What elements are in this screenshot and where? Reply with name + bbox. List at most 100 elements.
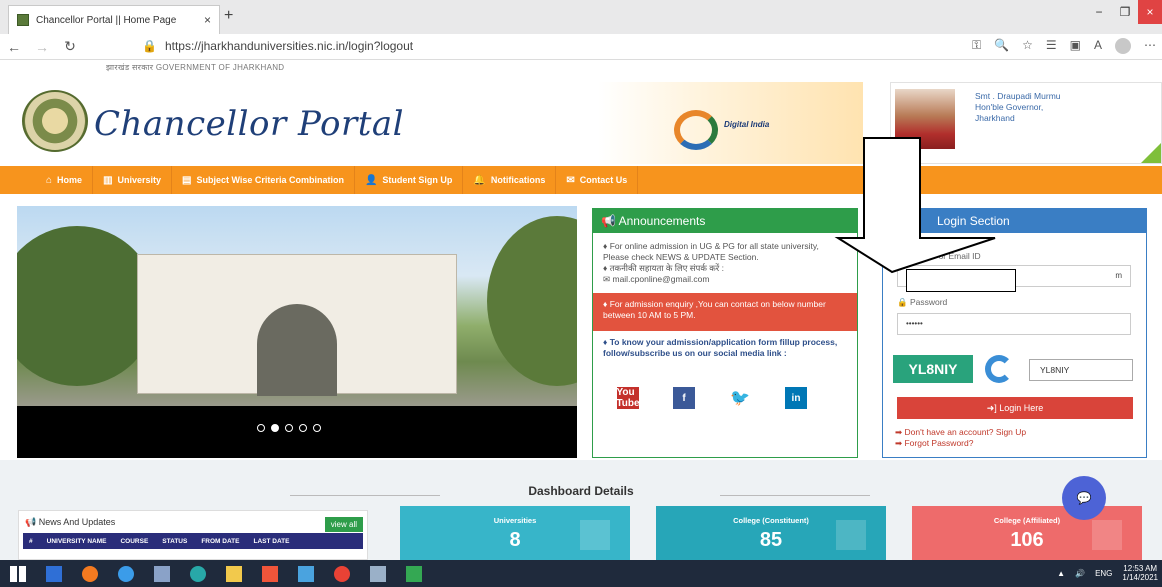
site-header: Chancellor Portal Digital India Smt . Dr… [0, 74, 1162, 166]
news-table-header: # UNIVERSITY NAME COURSE STATUS FROM DAT… [23, 533, 363, 549]
governor-photo [895, 89, 955, 149]
announcement-text: ♦ For online admission in UG & PG for al… [593, 233, 857, 285]
taskbar-app[interactable] [108, 560, 144, 587]
forgot-password-link[interactable]: ➡ Forgot Password? [895, 438, 973, 449]
captcha-refresh-icon[interactable] [985, 355, 1013, 383]
slider-dot[interactable] [299, 424, 307, 432]
taskbar-app[interactable] [144, 560, 180, 587]
start-button[interactable] [0, 560, 36, 587]
slider-dot[interactable] [313, 424, 321, 432]
bell-icon: 🔔 [473, 174, 486, 186]
browser-tabbar: Chancellor Portal || Home Page × + − ❐ × [0, 0, 1162, 34]
more-menu-icon[interactable]: ⋯ [1144, 38, 1156, 54]
login-panel: Login Section Username or Email ID m 🔒 P… [882, 208, 1147, 458]
network-icon [154, 565, 170, 582]
browser-tab[interactable]: Chancellor Portal || Home Page × [8, 5, 220, 34]
nav-university[interactable]: ▥ University [93, 166, 173, 194]
governor-card: Smt . Draupadi Murmu Hon'ble Governor, J… [890, 82, 1162, 164]
back-icon[interactable]: ← [0, 39, 28, 55]
tab-title: Chancellor Portal || Home Page [36, 14, 177, 26]
megaphone-icon: 📢 [25, 517, 37, 527]
affiliated-colleges-card[interactable]: College (Affiliated) 106 [912, 506, 1142, 560]
window-icon [298, 565, 314, 582]
ie-icon [118, 565, 134, 582]
bank-icon [580, 520, 610, 550]
announcement-social-text: ♦ To know your admission/application for… [603, 337, 838, 358]
site-brand[interactable]: Chancellor Portal [94, 104, 404, 144]
chat-button[interactable]: 💬 [1062, 476, 1106, 520]
nav-home[interactable]: ⌂ Home [36, 166, 94, 194]
slider-dot[interactable] [257, 424, 265, 432]
favorites-list-icon[interactable]: ☰ [1046, 38, 1057, 54]
new-tab-button[interactable]: + [224, 7, 233, 25]
taskbar-app[interactable] [324, 560, 360, 587]
taskbar-app[interactable] [216, 560, 252, 587]
taskbar-app[interactable] [180, 560, 216, 587]
governor-state: Jharkhand [975, 113, 1015, 123]
tab-close-icon[interactable]: × [204, 13, 211, 27]
collections-icon[interactable]: ▣ [1070, 38, 1081, 54]
window-controls: − ❐ × [1086, 0, 1162, 24]
maximize-button[interactable]: ❐ [1112, 0, 1138, 24]
nav-student-signup[interactable]: 👤 Student Sign Up [355, 166, 464, 194]
network-status-icon[interactable]: ▲ [1057, 569, 1065, 578]
social-links: You Tube f 🐦 in [616, 387, 807, 409]
window-close-button[interactable]: × [1138, 0, 1162, 24]
facebook-icon[interactable]: f [673, 387, 695, 409]
url-field[interactable]: 🔒 https://jharkhanduniversities.nic.in/lo… [142, 39, 413, 53]
notepad-icon [370, 565, 386, 582]
youtube-icon[interactable]: You Tube [616, 387, 640, 409]
lock-icon: 🔒 [142, 39, 157, 53]
nav-contact[interactable]: ✉ Contact Us [556, 166, 639, 194]
edge-icon [190, 565, 206, 582]
corner-decoration [1141, 143, 1161, 163]
slider-dot[interactable] [285, 424, 293, 432]
browser-toolbar: ⚿ 🔍 ☆ ☰ ▣ A ⋯ [972, 38, 1156, 54]
zoom-icon[interactable]: 🔍 [994, 38, 1009, 54]
view-all-button[interactable]: view all [324, 517, 363, 532]
taskbar-app[interactable] [36, 560, 72, 587]
nav-subject-criteria[interactable]: ▤ Subject Wise Criteria Combination [172, 166, 355, 194]
site-nav: ⌂ Home ▥ University ▤ Subject Wise Crite… [0, 166, 1162, 194]
taskbar-app[interactable] [360, 560, 396, 587]
refresh-icon[interactable]: ↻ [56, 38, 84, 55]
twitter-icon[interactable]: 🐦 [729, 387, 751, 409]
file-icon [46, 565, 62, 582]
username-label: Username or Email ID [897, 251, 981, 261]
favorite-star-icon[interactable]: ☆ [1022, 38, 1033, 54]
universities-card[interactable]: Universities 8 [400, 506, 630, 560]
login-button[interactable]: ➜] Login Here [897, 397, 1133, 419]
envelope-icon: ✉ [566, 174, 575, 186]
linkedin-icon[interactable]: in [785, 387, 807, 409]
taskbar-app[interactable] [72, 560, 108, 587]
profile-avatar[interactable] [1115, 38, 1131, 54]
taskbar-app[interactable] [396, 560, 432, 587]
slider-dots [257, 424, 321, 432]
volume-icon[interactable]: 🔊 [1075, 569, 1085, 578]
captcha-input[interactable]: YL8NIY [1029, 359, 1133, 381]
windows-logo-icon [10, 565, 26, 582]
language-indicator[interactable]: ENG [1095, 569, 1112, 578]
support-email-link[interactable]: ✉ mail.cponline@gmail.com [603, 274, 847, 285]
firefox-icon [82, 565, 98, 582]
system-tray: ▲ 🔊 ENG 12:53 AM 1/14/2021 [1057, 564, 1158, 582]
home-icon: ⌂ [46, 174, 53, 186]
image-slider[interactable] [17, 206, 577, 458]
password-input[interactable]: •••••• [897, 313, 1131, 335]
gate-arch [257, 304, 337, 396]
read-aloud-icon[interactable]: A [1094, 38, 1102, 54]
captcha-image: YL8NIY [893, 355, 973, 383]
slider-dot-active[interactable] [271, 424, 279, 432]
forward-icon[interactable]: → [28, 39, 56, 55]
constituent-colleges-card[interactable]: College (Constituent) 85 [656, 506, 886, 560]
signup-link[interactable]: ➡ Don't have an account? Sign Up [895, 427, 1026, 438]
password-label: 🔒 Password [897, 297, 948, 307]
taskbar-app[interactable] [288, 560, 324, 587]
address-bar: ← → ↻ 🔒 https://jharkhanduniversities.nic… [0, 34, 1162, 60]
taskbar-app[interactable] [252, 560, 288, 587]
digital-india-text: Digital India [724, 120, 770, 129]
minimize-button[interactable]: − [1086, 0, 1112, 24]
key-icon[interactable]: ⚿ [972, 38, 981, 54]
nav-notifications[interactable]: 🔔 Notifications [463, 166, 557, 194]
system-clock[interactable]: 12:53 AM 1/14/2021 [1122, 564, 1158, 582]
